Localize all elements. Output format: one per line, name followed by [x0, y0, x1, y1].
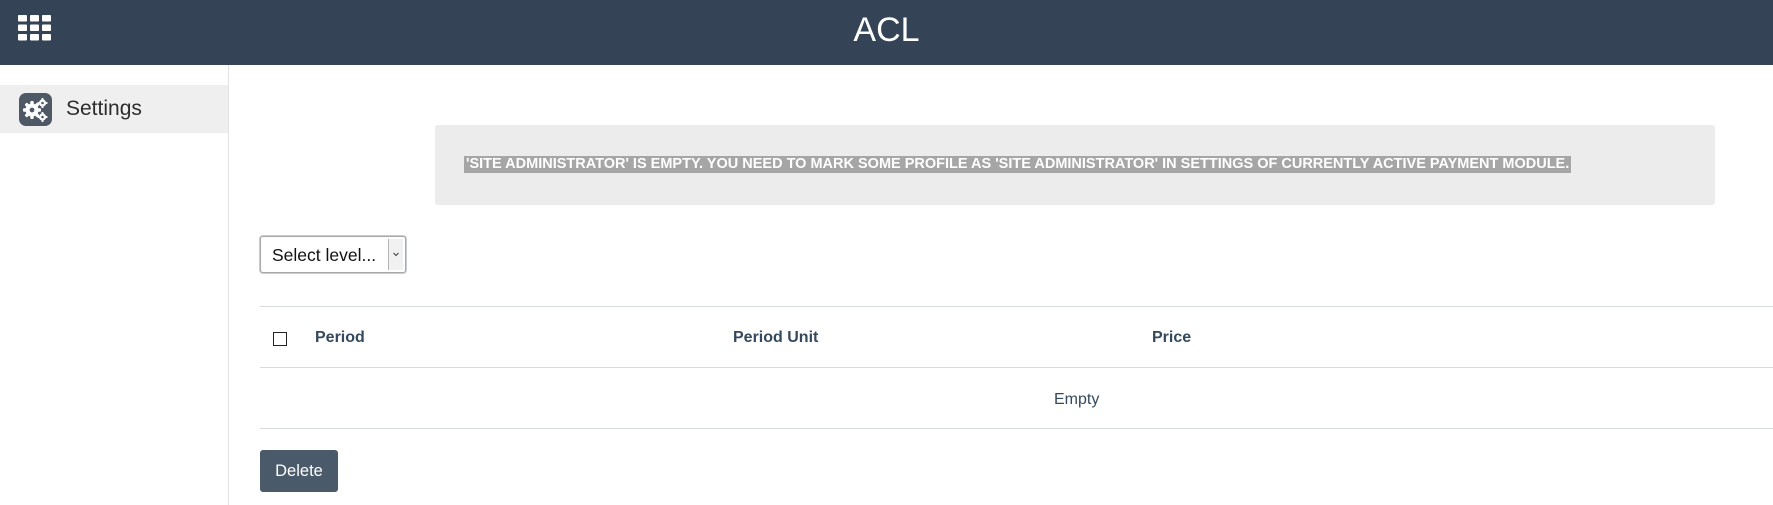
table-header-border: [260, 367, 1773, 368]
sidebar: Settings: [0, 65, 229, 505]
level-select[interactable]: Select level...: [260, 236, 406, 273]
column-header-period[interactable]: Period: [315, 329, 365, 347]
settings-gears-icon: [19, 93, 52, 126]
sidebar-item-settings[interactable]: Settings: [0, 85, 228, 133]
page-title: ACL: [853, 11, 920, 49]
select-all-checkbox[interactable]: [273, 332, 287, 346]
table-top-border: [260, 306, 1773, 307]
table-bottom-border: [260, 428, 1773, 429]
delete-button[interactable]: Delete: [260, 450, 338, 492]
chevron-down-icon: [388, 239, 403, 270]
warning-alert: 'SITE ADMINISTRATOR' IS EMPTY. YOU NEED …: [435, 125, 1715, 205]
column-header-price[interactable]: Price: [1152, 329, 1191, 347]
top-header: ACL: [0, 0, 1773, 65]
sidebar-item-label: Settings: [66, 97, 142, 120]
alert-message: 'SITE ADMINISTRATOR' IS EMPTY. YOU NEED …: [464, 156, 1572, 173]
level-select-value: Select level...: [272, 245, 377, 265]
column-header-period-unit[interactable]: Period Unit: [733, 329, 818, 347]
table-empty-message: Empty: [1054, 391, 1100, 408]
